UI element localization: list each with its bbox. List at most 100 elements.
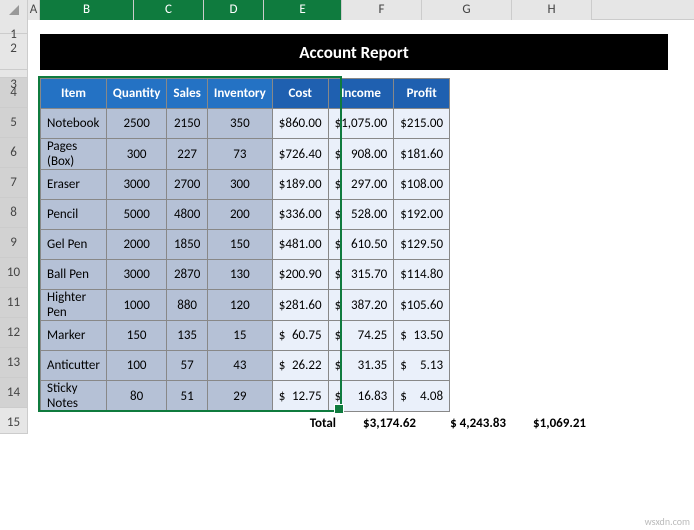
cell-profit[interactable]: $181.60: [394, 139, 450, 170]
cell-inventory[interactable]: 200: [207, 200, 272, 230]
cell-income[interactable]: $297.00: [328, 170, 394, 200]
row-header-6[interactable]: 6: [0, 138, 28, 168]
cell-profit[interactable]: $215.00: [394, 109, 450, 139]
cell-quantity[interactable]: 5000: [106, 200, 166, 230]
cell-profit[interactable]: $4.08: [394, 381, 450, 412]
cell-income[interactable]: $387.20: [328, 290, 394, 321]
cell-sales[interactable]: 1850: [167, 230, 208, 260]
cell-quantity[interactable]: 3000: [106, 260, 166, 290]
cell-income[interactable]: $74.25: [328, 321, 394, 351]
cell-inventory[interactable]: 150: [207, 230, 272, 260]
total-label[interactable]: Total: [266, 416, 344, 431]
row-header-9[interactable]: 9: [0, 228, 28, 258]
cell-profit[interactable]: $5.13: [394, 351, 450, 381]
cell-profit[interactable]: $114.80: [394, 260, 450, 290]
col-header-C[interactable]: C: [134, 0, 204, 20]
row-header-3[interactable]: 3: [0, 70, 28, 78]
cell-quantity[interactable]: 2000: [106, 230, 166, 260]
cell-inventory[interactable]: 300: [207, 170, 272, 200]
cell-profit[interactable]: $108.00: [394, 170, 450, 200]
cell-item[interactable]: Gel Pen: [41, 230, 107, 260]
cell-cost[interactable]: $200.90: [272, 260, 328, 290]
header-income[interactable]: Income: [328, 79, 394, 109]
cell-sales[interactable]: 2700: [167, 170, 208, 200]
cell-inventory[interactable]: 120: [207, 290, 272, 321]
header-inventory[interactable]: Inventory: [207, 79, 272, 109]
cell-profit[interactable]: $192.00: [394, 200, 450, 230]
cell-quantity[interactable]: 300: [106, 139, 166, 170]
cell-profit[interactable]: $105.60: [394, 290, 450, 321]
cell-income[interactable]: $1,075.00: [328, 109, 394, 139]
row-header-12[interactable]: 12: [0, 318, 28, 348]
cell-cost[interactable]: $12.75: [272, 381, 328, 412]
col-header-G[interactable]: G: [422, 0, 512, 20]
cell-quantity[interactable]: 3000: [106, 170, 166, 200]
col-header-E[interactable]: E: [264, 0, 342, 20]
col-header-F[interactable]: F: [342, 0, 422, 20]
cell-item[interactable]: Marker: [41, 321, 107, 351]
cell-cost[interactable]: $481.00: [272, 230, 328, 260]
cell-quantity[interactable]: 80: [106, 381, 166, 412]
row-header-11[interactable]: 11: [0, 288, 28, 318]
cell-sales[interactable]: 135: [167, 321, 208, 351]
col-header-B[interactable]: B: [40, 0, 134, 20]
cell-sales[interactable]: 4800: [167, 200, 208, 230]
cell-inventory[interactable]: 29: [207, 381, 272, 412]
row-header-5[interactable]: 5: [0, 108, 28, 138]
col-header-D[interactable]: D: [204, 0, 264, 20]
header-quantity[interactable]: Quantity: [106, 79, 166, 109]
cell-cost[interactable]: $860.00: [272, 109, 328, 139]
row-header-1[interactable]: 1: [0, 20, 28, 34]
header-sales[interactable]: Sales: [167, 79, 208, 109]
cell-cost[interactable]: $26.22: [272, 351, 328, 381]
row-header-13[interactable]: 13: [0, 348, 28, 378]
row-header-14[interactable]: 14: [0, 378, 28, 408]
cell-cost[interactable]: $726.40: [272, 139, 328, 170]
col-header-H[interactable]: H: [512, 0, 592, 20]
cell-income[interactable]: $315.70: [328, 260, 394, 290]
select-all-corner[interactable]: [0, 0, 28, 20]
cell-quantity[interactable]: 1000: [106, 290, 166, 321]
row-header-10[interactable]: 10: [0, 258, 28, 288]
col-header-A[interactable]: A: [28, 0, 40, 20]
cell-income[interactable]: $528.00: [328, 200, 394, 230]
cell-inventory[interactable]: 73: [207, 139, 272, 170]
header-profit[interactable]: Profit: [394, 79, 450, 109]
row-header-15[interactable]: 15: [0, 408, 28, 434]
cell-inventory[interactable]: 350: [207, 109, 272, 139]
cell-item[interactable]: Highter Pen: [41, 290, 107, 321]
cell-profit[interactable]: $129.50: [394, 230, 450, 260]
cell-income[interactable]: $908.00: [328, 139, 394, 170]
cell-profit[interactable]: $13.50: [394, 321, 450, 351]
cell-sales[interactable]: 57: [167, 351, 208, 381]
cell-cost[interactable]: $189.00: [272, 170, 328, 200]
cell-item[interactable]: Eraser: [41, 170, 107, 200]
header-item[interactable]: Item: [41, 79, 107, 109]
cell-sales[interactable]: 2870: [167, 260, 208, 290]
row-header-4[interactable]: 4: [0, 78, 28, 108]
cell-item[interactable]: Pencil: [41, 200, 107, 230]
total-income[interactable]: $ 4,243.83: [424, 416, 514, 431]
total-cost[interactable]: $3,174.62: [344, 416, 424, 431]
cell-cost[interactable]: $60.75: [272, 321, 328, 351]
cell-item[interactable]: Sticky Notes: [41, 381, 107, 412]
cell-item[interactable]: Ball Pen: [41, 260, 107, 290]
cell-sales[interactable]: 227: [167, 139, 208, 170]
cell-item[interactable]: Anticutter: [41, 351, 107, 381]
cell-quantity[interactable]: 2500: [106, 109, 166, 139]
total-profit[interactable]: $1,069.21: [514, 416, 594, 431]
cell-inventory[interactable]: 130: [207, 260, 272, 290]
cell-income[interactable]: $610.50: [328, 230, 394, 260]
cell-quantity[interactable]: 100: [106, 351, 166, 381]
cell-inventory[interactable]: 15: [207, 321, 272, 351]
row-header-7[interactable]: 7: [0, 168, 28, 198]
cell-income[interactable]: $31.35: [328, 351, 394, 381]
cell-item[interactable]: Pages (Box): [41, 139, 107, 170]
cell-income[interactable]: $16.83: [328, 381, 394, 412]
cell-quantity[interactable]: 150: [106, 321, 166, 351]
cell-sales[interactable]: 2150: [167, 109, 208, 139]
cell-cost[interactable]: $336.00: [272, 200, 328, 230]
cell-inventory[interactable]: 43: [207, 351, 272, 381]
cell-sales[interactable]: 51: [167, 381, 208, 412]
row-header-2[interactable]: 2: [0, 34, 28, 70]
